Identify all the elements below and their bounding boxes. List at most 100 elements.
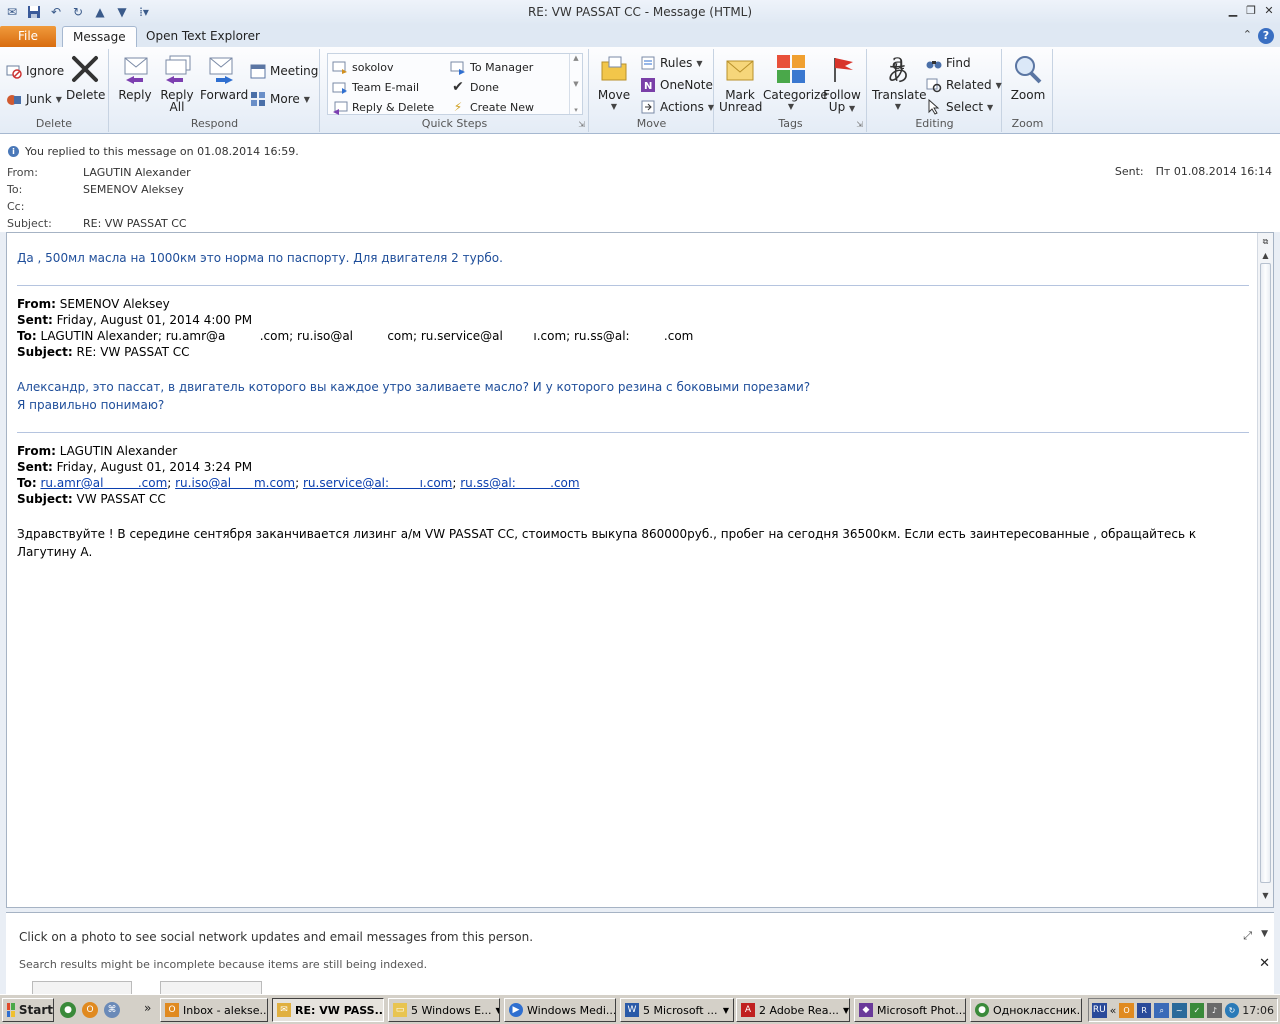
reply-all-button[interactable]: Reply All [158, 53, 196, 113]
rules-button[interactable]: Rules ▼ [640, 55, 703, 71]
translate-button[interactable]: aあ Translate ▼ [872, 50, 927, 113]
message-body[interactable]: Да , 500мл масла на 1000км это норма по … [6, 232, 1274, 908]
taskbar-button[interactable]: ● Одноклассник... [970, 998, 1082, 1022]
lightning-icon: ⚡ [453, 100, 463, 114]
forward-button[interactable]: Forward [200, 53, 248, 102]
quick-step-to-manager[interactable]: To Manager [450, 59, 533, 75]
clock[interactable]: 17:06 [1242, 1004, 1274, 1017]
expand-people-pane-icon[interactable]: ⤢ [1243, 929, 1252, 943]
actions-button[interactable]: Actions ▼ [640, 99, 714, 115]
chevron-down-icon: ▼ [303, 94, 310, 104]
taskbar-button[interactable]: O Inbox - alekse... [160, 998, 268, 1022]
quick-launch-overflow-icon[interactable]: » [144, 1001, 151, 1015]
mail-move-icon [332, 59, 348, 75]
message-content: Да , 500мл масла на 1000км это норма по … [17, 249, 1249, 575]
quick-step-done[interactable]: ✔ Done [450, 79, 499, 95]
cc-row: Cc: [7, 200, 25, 213]
from-value[interactable]: LAGUTIN Alexander [83, 166, 191, 179]
tab-open-text-explorer[interactable]: Open Text Explorer [136, 26, 270, 47]
scroll-down-icon[interactable]: ▼ [1260, 891, 1271, 903]
calendar-icon [250, 63, 266, 79]
ignore-button[interactable]: Ignore [6, 63, 64, 79]
taskbar: Start ● O ⌘ » O Inbox - alekse... ✉ RE: VW… [0, 994, 1280, 1024]
chevron-down-icon[interactable]: ▼ [1261, 929, 1268, 939]
scroll-up-icon[interactable]: ▲ [1260, 251, 1271, 263]
email-link[interactable]: ru.ss@al: .com [460, 476, 579, 490]
network-icon[interactable]: ~ [1171, 1002, 1187, 1018]
reply-infobar[interactable]: i You replied to this message on 01.08.2… [8, 145, 299, 158]
outlook-tray-icon[interactable]: O [1119, 1002, 1134, 1018]
envelope-icon: ✉ [277, 1003, 291, 1017]
quick-step-team-email[interactable]: Team E-mail [332, 79, 419, 95]
taskbar-button[interactable]: A2 Adobe Rea... ▼ [736, 998, 850, 1022]
find-button[interactable]: Find [926, 55, 971, 71]
select-button[interactable]: Select ▼ [926, 99, 993, 115]
email-link[interactable]: ru.iso@al m.com [175, 476, 295, 490]
zoom-button[interactable]: Zoom [1007, 53, 1049, 101]
meeting-button[interactable]: Meeting [250, 63, 318, 79]
to-value[interactable]: SEMENOV Aleksey [83, 183, 184, 196]
start-button[interactable]: Start [2, 998, 54, 1022]
categorize-icon [775, 53, 807, 85]
close-icon[interactable]: ✕ [1259, 956, 1270, 971]
minimize-ribbon-icon[interactable]: ⌃ [1243, 28, 1252, 41]
help-icon[interactable]: ? [1258, 28, 1274, 44]
chevron-down-icon: ▼ [55, 94, 62, 104]
email-link[interactable]: ru.amr@al .com [40, 476, 167, 490]
body-scrollbar[interactable]: ⧉ ▲ ▼ [1257, 233, 1273, 907]
close-icon[interactable]: ✕ [1262, 2, 1276, 18]
taskbar-button[interactable]: ◆ Microsoft Phot... [854, 998, 966, 1022]
taskbar-button[interactable]: ▶ Windows Medi... [504, 998, 616, 1022]
checkmark-tray-icon[interactable]: ✓ [1189, 1002, 1205, 1018]
taskbar-button[interactable]: ▭5 Windows E...▼ [388, 998, 500, 1022]
quick-step-create-new[interactable]: ⚡ Create New [450, 99, 534, 115]
delete-button[interactable]: Delete [66, 53, 105, 102]
onenote-icon: N [640, 77, 656, 93]
message-header: i You replied to this message on 01.08.2… [0, 134, 1280, 232]
scrollbar-thumb[interactable] [1260, 263, 1271, 883]
onenote-button[interactable]: N OneNote [640, 77, 713, 93]
chrome-icon[interactable]: ● [60, 1002, 76, 1018]
app-icon[interactable]: ⌘ [104, 1002, 120, 1018]
svg-text:N: N [644, 81, 652, 92]
more-button[interactable]: More ▼ [250, 91, 310, 107]
move-button[interactable]: Move ▼ [596, 53, 632, 113]
categorize-button[interactable]: Categorize ▼ [763, 53, 828, 113]
quote-separator [17, 432, 1249, 433]
taskbar-button[interactable]: W5 Microsoft ... ▼ [620, 998, 734, 1022]
restore-icon[interactable]: ❐ [1244, 2, 1258, 18]
scroll-up-icon[interactable]: ▲ [573, 54, 578, 62]
keyboard-layout-icon[interactable]: R [1136, 1002, 1152, 1018]
minimize-icon[interactable]: ▁ [1226, 2, 1240, 18]
tab-file[interactable]: File [0, 26, 56, 47]
reading-pane-icon[interactable]: ⧉ [1260, 237, 1271, 249]
tags-group: Mark Unread Categorize ▼ Follow Up ▼ ⇲ T… [715, 49, 867, 132]
email-link[interactable]: ru.service@al: ı.com [303, 476, 452, 490]
update-icon[interactable]: ↻ [1224, 1002, 1240, 1018]
mark-unread-button[interactable]: Mark Unread [719, 53, 762, 113]
quick-steps-scrollbar[interactable]: ▲ ▼ ▾ [569, 54, 582, 114]
mark-unread-icon [724, 53, 756, 85]
language-indicator[interactable]: RU [1092, 1002, 1107, 1018]
translate-icon: aあ [886, 50, 909, 87]
info-icon: i [8, 146, 19, 157]
rules-icon [640, 55, 656, 71]
quick-step-sokolov[interactable]: sokolov [332, 59, 393, 75]
tray-overflow-icon[interactable]: « [1110, 1004, 1117, 1017]
junk-button[interactable]: Junk ▼ [6, 91, 62, 107]
quick-step-reply-delete[interactable]: Reply & Delete [332, 99, 434, 115]
taskbar-button[interactable]: ✉ RE: VW PASS... [272, 998, 384, 1022]
volume-icon[interactable]: ♪ [1207, 1002, 1222, 1018]
people-pane-tab[interactable] [160, 981, 262, 995]
scroll-down-icon[interactable]: ▼ [573, 80, 578, 88]
from-row: From: LAGUTIN Alexander [7, 166, 191, 179]
search-icon[interactable]: ⌕ [1154, 1002, 1169, 1018]
related-button[interactable]: Related ▼ [926, 77, 1002, 93]
outlook-icon[interactable]: O [82, 1002, 98, 1018]
follow-up-button[interactable]: Follow Up ▼ [821, 53, 863, 115]
people-pane-tab[interactable] [32, 981, 132, 995]
expand-gallery-icon[interactable]: ▾ [574, 106, 578, 114]
tab-message[interactable]: Message [62, 26, 137, 47]
reply-button[interactable]: Reply [116, 53, 154, 102]
reply-delete-icon [332, 99, 348, 115]
